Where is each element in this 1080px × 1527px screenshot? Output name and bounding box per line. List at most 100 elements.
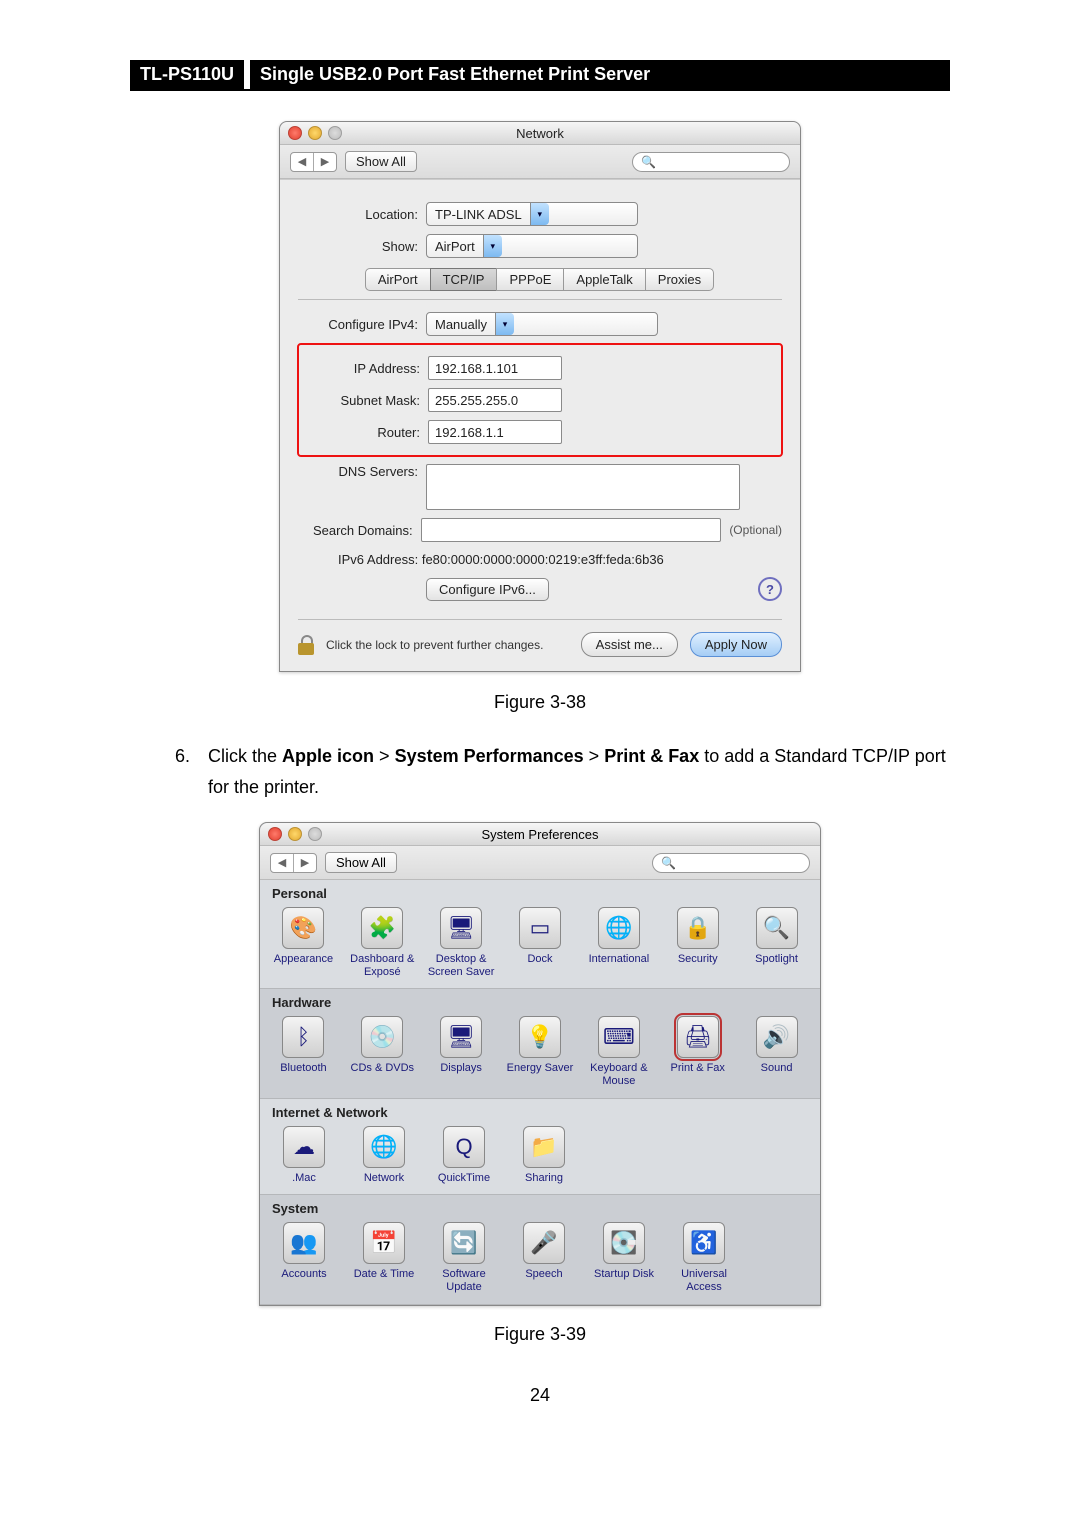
speech-icon: 🎤 — [523, 1222, 565, 1264]
nav-forward-icon[interactable]: ▶ — [313, 153, 336, 171]
location-value: TP-LINK ADSL — [427, 207, 530, 222]
sp-item-quicktime[interactable]: QQuickTime — [428, 1126, 500, 1185]
show-label: Show: — [298, 239, 426, 254]
sp-item-speech[interactable]: 🎤Speech — [508, 1222, 580, 1293]
chevron-updown-icon: ▾ — [530, 203, 549, 225]
search-domains-field[interactable] — [421, 518, 722, 542]
sp-item-international[interactable]: 🌐International — [583, 907, 654, 978]
sp-item-spotlight[interactable]: 🔍Spotlight — [741, 907, 812, 978]
sp-item-displays[interactable]: 🖥Displays — [426, 1016, 497, 1087]
search-icon: 🔍 — [641, 155, 656, 169]
subnet-mask-field[interactable]: 255.255.255.0 — [428, 388, 562, 412]
sp-search-input[interactable]: 🔍 — [652, 853, 810, 873]
step-number: 6. — [130, 741, 208, 802]
sp-item-accounts[interactable]: 👥Accounts — [268, 1222, 340, 1293]
sound-icon: 🔊 — [756, 1016, 798, 1058]
sp-item-label: Spotlight — [741, 953, 812, 966]
figure-caption-2: Figure 3-39 — [130, 1324, 950, 1345]
sp-item-date-time[interactable]: 📅 Date & Time — [348, 1222, 420, 1293]
sp-item-sharing[interactable]: 📁Sharing — [508, 1126, 580, 1185]
tab-airport[interactable]: AirPort — [365, 268, 431, 291]
system-preferences-window: System Preferences ◀ ▶ Show All 🔍 Person… — [259, 822, 821, 1305]
close-icon[interactable] — [288, 126, 302, 140]
ipv6-address-row: IPv6 Address: fe80:0000:0000:0000:0219:e… — [338, 552, 782, 567]
sp-item-dock[interactable]: ▭Dock — [505, 907, 576, 978]
show-select[interactable]: AirPort ▾ — [426, 234, 638, 258]
sp-item-desktop-screen-saver[interactable]: 🖥 Desktop & Screen Saver — [426, 907, 497, 978]
location-select[interactable]: TP-LINK ADSL ▾ — [426, 202, 638, 226]
sp-item-sound[interactable]: 🔊Sound — [741, 1016, 812, 1087]
sp-item-cds-dvds[interactable]: 💿 CDs & DVDs — [347, 1016, 418, 1087]
nav-back-icon[interactable]: ◀ — [291, 153, 313, 171]
-mac-icon: ☁ — [283, 1126, 325, 1168]
sp-item-bluetooth[interactable]: ᛒBluetooth — [268, 1016, 339, 1087]
nav-forward-icon[interactable]: ▶ — [293, 854, 316, 872]
step-bold-sysperf: System Performances — [395, 746, 584, 766]
ip-address-field[interactable]: 192.168.1.101 — [428, 356, 562, 380]
chevron-updown-icon: ▾ — [483, 235, 502, 257]
network-window: Network ◀ ▶ Show All 🔍 Location: TP-LINK… — [279, 121, 801, 672]
nav-back-forward: ◀ ▶ — [290, 152, 337, 172]
show-all-button[interactable]: Show All — [325, 852, 397, 873]
dock-icon: ▭ — [519, 907, 561, 949]
sp-item-label: Network — [348, 1172, 420, 1185]
sp-item-label: .Mac — [268, 1172, 340, 1185]
step-bold-apple: Apple icon — [282, 746, 374, 766]
sp-item-label: Dashboard & Exposé — [347, 953, 418, 978]
sp-item-print-fax[interactable]: 🖨Print & Fax — [662, 1016, 733, 1087]
help-icon[interactable]: ? — [758, 577, 782, 601]
sp-item-label: Universal Access — [668, 1268, 740, 1293]
sp-item-dashboard-expos-[interactable]: 🧩 Dashboard & Exposé — [347, 907, 418, 978]
sp-item-universal-access[interactable]: ♿Universal Access — [668, 1222, 740, 1293]
sp-item-label: Displays — [426, 1062, 497, 1075]
configure-ipv4-label: Configure IPv4: — [298, 317, 426, 332]
dns-servers-field[interactable] — [426, 464, 740, 510]
router-field[interactable]: 192.168.1.1 — [428, 420, 562, 444]
sp-item-security[interactable]: 🔒Security — [662, 907, 733, 978]
tab-tcpip[interactable]: TCP/IP — [430, 268, 498, 291]
minimize-icon[interactable] — [288, 827, 302, 841]
show-all-button[interactable]: Show All — [345, 151, 417, 172]
sp-item-label: Desktop & Screen Saver — [426, 953, 497, 978]
sp-item-energy-saver[interactable]: 💡Energy Saver — [505, 1016, 576, 1087]
sp-title: System Preferences — [481, 827, 598, 842]
sp-item-startup-disk[interactable]: 💽Startup Disk — [588, 1222, 660, 1293]
minimize-icon[interactable] — [308, 126, 322, 140]
sp-item-keyboard-mouse[interactable]: ⌨Keyboard & Mouse — [583, 1016, 654, 1087]
security-icon: 🔒 — [677, 907, 719, 949]
search-input[interactable]: 🔍 — [632, 152, 790, 172]
date-time-icon: 📅 — [363, 1222, 405, 1264]
tab-proxies[interactable]: Proxies — [645, 268, 714, 291]
sp-item--mac[interactable]: ☁ .Mac — [268, 1126, 340, 1185]
close-icon[interactable] — [268, 827, 282, 841]
nav-back-icon[interactable]: ◀ — [271, 854, 293, 872]
document-header: TL-PS110U Single USB2.0 Port Fast Ethern… — [130, 60, 950, 91]
tab-appletalk[interactable]: AppleTalk — [563, 268, 645, 291]
sp-item-software-update[interactable]: 🔄Software Update — [428, 1222, 500, 1293]
sp-item-label: Date & Time — [348, 1268, 420, 1281]
sp-titlebar: System Preferences — [260, 823, 820, 846]
configure-ipv4-value: Manually — [427, 317, 495, 332]
sp-section-label: Hardware — [260, 989, 820, 1010]
configure-ipv4-select[interactable]: Manually ▾ — [426, 312, 658, 336]
tab-pppoe[interactable]: PPPoE — [496, 268, 564, 291]
traffic-lights — [288, 126, 342, 140]
zoom-icon[interactable] — [308, 827, 322, 841]
sharing-icon: 📁 — [523, 1126, 565, 1168]
sp-item-label: CDs & DVDs — [347, 1062, 418, 1075]
sp-item-network[interactable]: 🌐Network — [348, 1126, 420, 1185]
network-content: Location: TP-LINK ADSL ▾ Show: AirPort ▾… — [280, 179, 800, 671]
lock-icon[interactable] — [298, 635, 314, 655]
sp-item-appearance[interactable]: 🎨Appearance — [268, 907, 339, 978]
desktop-screen-saver-icon: 🖥 — [440, 907, 482, 949]
sp-section-label: Internet & Network — [260, 1099, 820, 1120]
dashboard-expos--icon: 🧩 — [361, 907, 403, 949]
window-title: Network — [516, 126, 564, 141]
apply-now-button[interactable]: Apply Now — [690, 632, 782, 657]
assist-me-button[interactable]: Assist me... — [581, 632, 678, 657]
cds-dvds-icon: 💿 — [361, 1016, 403, 1058]
configure-ipv6-button[interactable]: Configure IPv6... — [426, 578, 549, 601]
keyboard-mouse-icon: ⌨ — [598, 1016, 640, 1058]
chevron-updown-icon: ▾ — [495, 313, 514, 335]
zoom-icon[interactable] — [328, 126, 342, 140]
